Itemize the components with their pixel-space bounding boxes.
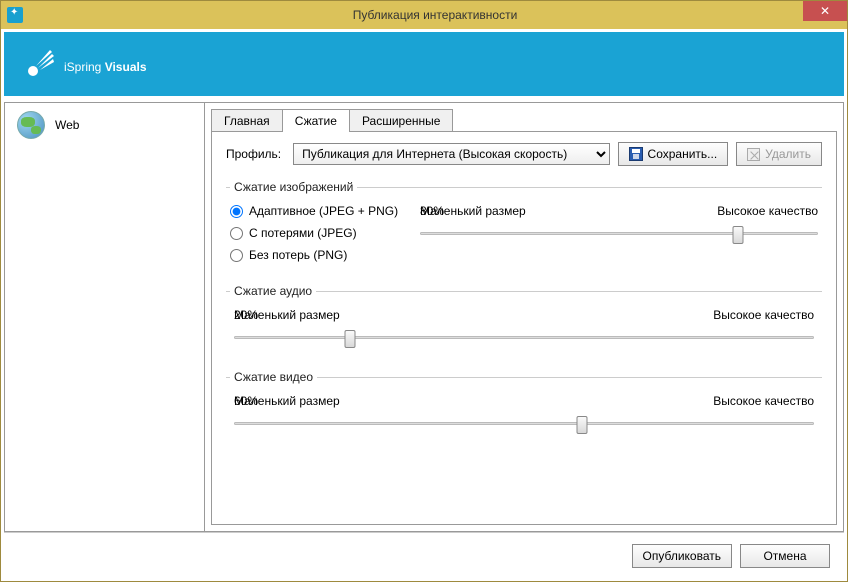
video-quality-slider[interactable] (234, 414, 814, 434)
video-slider-block: Маленький размер 60% Высокое качество (230, 394, 818, 434)
group-audio-legend: Сжатие аудио (230, 284, 316, 298)
image-slider-block: Маленький размер 80% Высокое качество (420, 204, 818, 244)
slider-track (234, 336, 814, 339)
label-high-quality: Высокое качество (713, 308, 814, 322)
titlebar: Публикация интерактивности ✕ (1, 1, 847, 29)
delete-icon (747, 148, 760, 161)
close-button[interactable]: ✕ (803, 1, 847, 21)
label-small-size: Маленький размер (234, 308, 340, 322)
save-profile-button[interactable]: Сохранить... (618, 142, 729, 166)
app-icon (7, 7, 23, 23)
radio-adaptive[interactable]: Адаптивное (JPEG + PNG) (230, 204, 410, 218)
image-radio-group: Адаптивное (JPEG + PNG) С потерями (JPEG… (230, 204, 410, 262)
group-audio-compression: Сжатие аудио Маленький размер 20% Высоко… (226, 284, 822, 364)
tab-compress[interactable]: Сжатие (282, 109, 350, 132)
slider-thumb[interactable] (733, 226, 744, 244)
group-video-compression: Сжатие видео Маленький размер 60% Высоко… (226, 370, 822, 450)
label-small-size: Маленький размер (420, 204, 526, 218)
sidebar-item-label: Web (55, 118, 79, 132)
shuttlecock-icon (24, 48, 56, 80)
profile-select[interactable]: Публикация для Интернета (Высокая скорос… (293, 143, 609, 165)
save-button-label: Сохранить... (648, 147, 718, 161)
radio-lossless[interactable]: Без потерь (PNG) (230, 248, 410, 262)
group-image-legend: Сжатие изображений (230, 180, 357, 194)
window-title: Публикация интерактивности (23, 8, 847, 22)
brand-part1: iSpring (64, 60, 105, 74)
slider-track (234, 422, 814, 425)
sidebar: Web (4, 102, 204, 532)
profile-row: Профиль: Публикация для Интернета (Высок… (226, 142, 822, 166)
group-video-legend: Сжатие видео (230, 370, 317, 384)
slider-thumb[interactable] (345, 330, 356, 348)
group-image-compression: Сжатие изображений Адаптивное (JPEG + PN… (226, 180, 822, 278)
dialog-body: Web Главная Сжатие Расширенные Профиль: … (1, 99, 847, 532)
image-slider-labels: Маленький размер 80% Высокое качество (420, 204, 818, 220)
delete-profile-button: Удалить (736, 142, 822, 166)
label-high-quality: Высокое качество (717, 204, 818, 218)
main-panel: Главная Сжатие Расширенные Профиль: Публ… (204, 102, 844, 532)
tab-main[interactable]: Главная (211, 109, 283, 132)
tab-advanced[interactable]: Расширенные (349, 109, 454, 132)
brand-text: iSpring Visuals (64, 50, 147, 78)
profile-label: Профиль: (226, 147, 281, 161)
label-small-size: Маленький размер (234, 394, 340, 408)
radio-lossy[interactable]: С потерями (JPEG) (230, 226, 410, 240)
slider-thumb[interactable] (577, 416, 588, 434)
dialog-window: Публикация интерактивности ✕ iSpring Vis… (0, 0, 848, 582)
label-high-quality: Высокое качество (713, 394, 814, 408)
audio-slider-block: Маленький размер 20% Высокое качество (230, 308, 818, 348)
save-icon (629, 147, 643, 161)
dialog-footer: Опубликовать Отмена (4, 532, 844, 578)
cancel-button[interactable]: Отмена (740, 544, 830, 568)
audio-slider-labels: Маленький размер 20% Высокое качество (234, 308, 814, 324)
sidebar-item-web[interactable]: Web (5, 103, 204, 147)
video-slider-labels: Маленький размер 60% Высокое качество (234, 394, 814, 410)
delete-button-label: Удалить (765, 147, 811, 161)
brand-part2: Visuals (105, 60, 147, 74)
audio-quality-slider[interactable] (234, 328, 814, 348)
tab-strip: Главная Сжатие Расширенные (211, 109, 843, 132)
tab-pane-compress: Профиль: Публикация для Интернета (Высок… (211, 131, 837, 525)
image-quality-slider[interactable] (420, 224, 818, 244)
globe-icon (17, 111, 45, 139)
brand-banner: iSpring Visuals (4, 32, 844, 96)
slider-track (420, 232, 818, 235)
publish-button[interactable]: Опубликовать (632, 544, 732, 568)
